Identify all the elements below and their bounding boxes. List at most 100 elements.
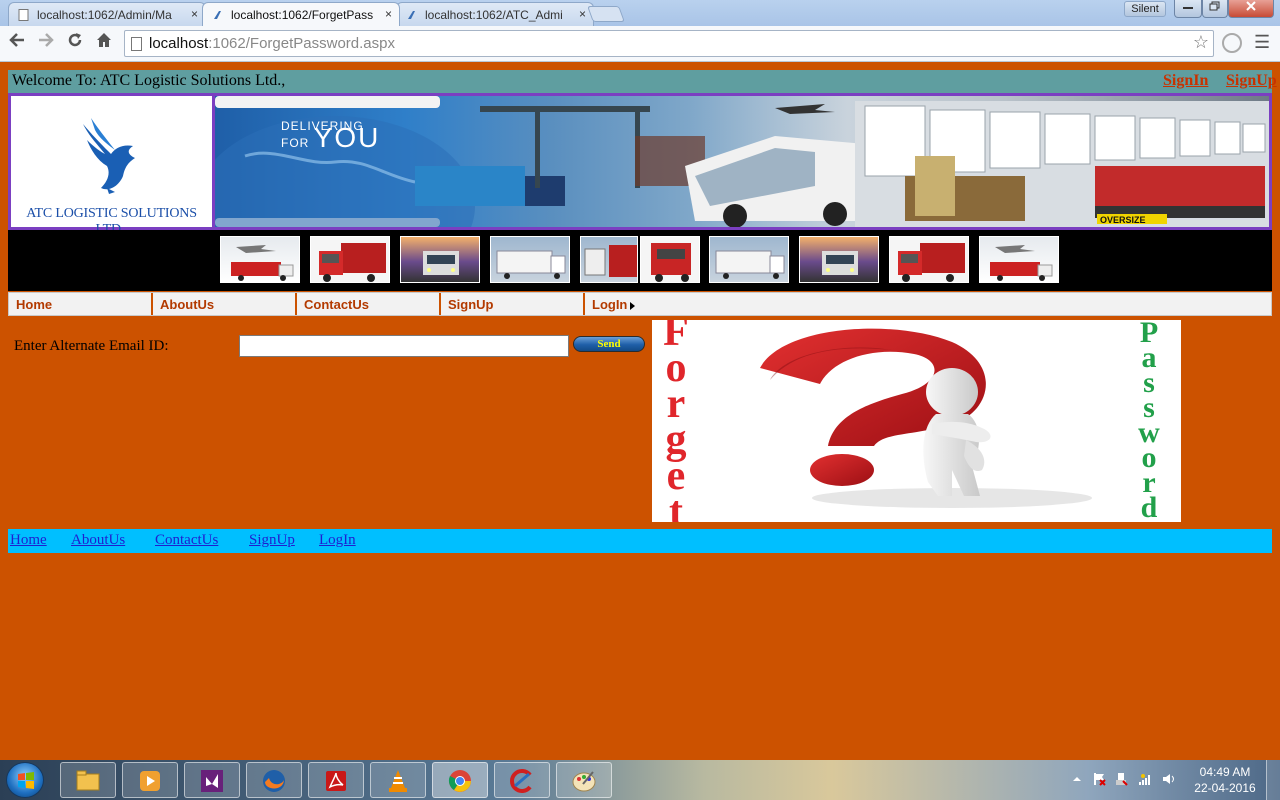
tab-title: localhost:1062/Admin/Ma xyxy=(37,8,172,22)
action-center-flag-icon[interactable] xyxy=(1092,772,1106,786)
network-icon[interactable] xyxy=(1138,772,1152,786)
menu-item-aboutus[interactable]: AboutUs xyxy=(153,293,297,315)
reload-button[interactable] xyxy=(63,31,87,55)
taskbar-ccleaner-button[interactable] xyxy=(494,762,550,798)
footer-link-contactus[interactable]: ContactUs xyxy=(155,532,218,549)
red-truck-image xyxy=(319,243,386,282)
send-button[interactable]: Send xyxy=(573,336,645,352)
fleet-image xyxy=(584,245,637,277)
oversize-sign: OVERSIZE xyxy=(1100,215,1146,225)
taskbar-chrome-button[interactable] xyxy=(432,762,488,798)
footer-link-aboutus[interactable]: AboutUs xyxy=(71,532,125,549)
back-button[interactable] xyxy=(5,31,29,55)
tagline-you: YOU xyxy=(313,122,381,153)
show-hidden-icons-icon[interactable] xyxy=(1070,772,1084,786)
volume-icon[interactable] xyxy=(1162,772,1176,786)
menu-item-contactus[interactable]: ContactUs xyxy=(297,293,441,315)
menu-item-home[interactable]: Home xyxy=(9,293,153,315)
taskbar-explorer-button[interactable] xyxy=(60,762,116,798)
clock-date[interactable]: 22-04-2016 xyxy=(1193,781,1257,795)
red-truck-thumbnail[interactable] xyxy=(310,236,390,283)
windows-taskbar: 04:49 AM 22-04-2016 xyxy=(0,760,1280,800)
page-favicon-icon xyxy=(18,9,29,21)
banner-photo: OVERSIZE DELIVERING FOR YOU xyxy=(215,96,1269,227)
plane-truck-thumbnail-2[interactable] xyxy=(979,236,1059,283)
windows-logo-icon xyxy=(18,772,34,789)
tab-title: localhost:1062/ATC_Admi xyxy=(425,8,563,22)
firefox-icon xyxy=(263,770,285,792)
tab-atc-admin[interactable]: localhost:1062/ATC_Admi × xyxy=(396,2,594,26)
new-tab-button[interactable] xyxy=(587,6,625,22)
submenu-arrow-icon xyxy=(630,301,636,310)
home-icon xyxy=(97,33,111,47)
minimize-icon xyxy=(1183,7,1193,9)
plane-truck-image xyxy=(231,245,294,281)
white-truck-thumbnail[interactable] xyxy=(490,236,570,283)
tab-strip: localhost:1062/Admin/Ma × localhost:1062… xyxy=(0,0,1280,26)
signin-link[interactable]: SignIn xyxy=(1163,72,1208,90)
taskbar-acrobat-button[interactable] xyxy=(308,762,364,798)
plane-truck-image xyxy=(990,245,1053,281)
image-slider xyxy=(8,230,1272,291)
bookmark-star-icon[interactable]: ☆ xyxy=(1193,32,1209,53)
restore-icon xyxy=(1209,1,1220,11)
taskbar-firefox-button[interactable] xyxy=(246,762,302,798)
tab-forget-password[interactable]: localhost:1062/ForgetPass × xyxy=(202,2,400,26)
red-truck-thumbnail-3[interactable] xyxy=(889,236,969,283)
tab-close-icon[interactable]: × xyxy=(191,7,198,21)
fleet-thumbnail[interactable] xyxy=(580,236,638,283)
home-button[interactable] xyxy=(92,31,116,55)
profile-badge[interactable]: Silent xyxy=(1124,1,1166,17)
minimize-button[interactable] xyxy=(1174,0,1202,18)
menu-item-login[interactable]: LogIn xyxy=(585,293,729,315)
browser-toolbar: localhost:1062/ForgetPassword.aspx ☆ ☰ xyxy=(0,26,1280,62)
tab-close-icon[interactable]: × xyxy=(579,7,586,21)
taskbar-paint-button[interactable] xyxy=(556,762,612,798)
address-bar[interactable]: localhost:1062/ForgetPassword.aspx ☆ xyxy=(124,30,1214,57)
letter: t xyxy=(669,489,683,522)
clock-time[interactable]: 04:49 AM xyxy=(1197,765,1253,779)
restore-button[interactable] xyxy=(1202,0,1228,18)
road-truck-thumbnail-2[interactable] xyxy=(799,236,879,283)
road-truck-thumbnail[interactable] xyxy=(400,236,480,283)
footer-link-home[interactable]: Home xyxy=(10,532,47,549)
eagle-logo-icon xyxy=(83,118,135,194)
footer-link-signup[interactable]: SignUp xyxy=(249,532,295,549)
alternate-email-input[interactable] xyxy=(239,335,569,357)
plane-truck-thumbnail[interactable] xyxy=(220,236,300,283)
menu-item-label: SignUp xyxy=(448,297,494,312)
menu-icon[interactable]: ☰ xyxy=(1254,32,1270,53)
tab-admin[interactable]: localhost:1062/Admin/Ma × xyxy=(8,2,206,26)
browser-chrome: localhost:1062/Admin/Ma × localhost:1062… xyxy=(0,0,1280,62)
url-host: localhost xyxy=(149,35,209,52)
forget-password-image: Forget Password xyxy=(652,320,1181,522)
signup-link[interactable]: SignUp xyxy=(1226,72,1277,90)
chrome-icon xyxy=(448,770,471,792)
white-truck-thumbnail-2[interactable] xyxy=(709,236,789,283)
tagline-for: FOR xyxy=(281,136,310,150)
ccleaner-icon xyxy=(510,769,532,793)
close-window-button[interactable] xyxy=(1228,0,1274,18)
show-desktop-button[interactable] xyxy=(1266,760,1280,800)
red-truck-image xyxy=(651,243,691,282)
question-man-illustration xyxy=(760,328,1092,508)
taskbar-vlc-button[interactable] xyxy=(370,762,426,798)
white-truck-image xyxy=(715,250,785,279)
taskbar-media-player-button[interactable] xyxy=(122,762,178,798)
media-player-icon xyxy=(140,771,160,791)
footer-link-login[interactable]: LogIn xyxy=(319,532,356,549)
visual-studio-icon xyxy=(201,770,223,792)
red-truck-thumbnail-2[interactable] xyxy=(640,236,700,283)
usb-device-icon[interactable] xyxy=(1114,772,1128,786)
extension-icon[interactable] xyxy=(1222,33,1242,53)
start-button[interactable] xyxy=(6,762,44,798)
close-icon xyxy=(1246,1,1256,11)
forward-button[interactable] xyxy=(34,31,58,55)
header-banner: ATC LOGISTIC SOLUTIONS LTD., xyxy=(8,93,1272,237)
web-page: Welcome To: ATC Logistic Solutions Ltd.,… xyxy=(0,62,1280,760)
taskbar-visual-studio-button[interactable] xyxy=(184,762,240,798)
tab-close-icon[interactable]: × xyxy=(385,7,392,21)
white-truck-image xyxy=(496,250,566,279)
menu-item-signup[interactable]: SignUp xyxy=(441,293,585,315)
company-logo: ATC LOGISTIC SOLUTIONS LTD., xyxy=(11,96,212,237)
